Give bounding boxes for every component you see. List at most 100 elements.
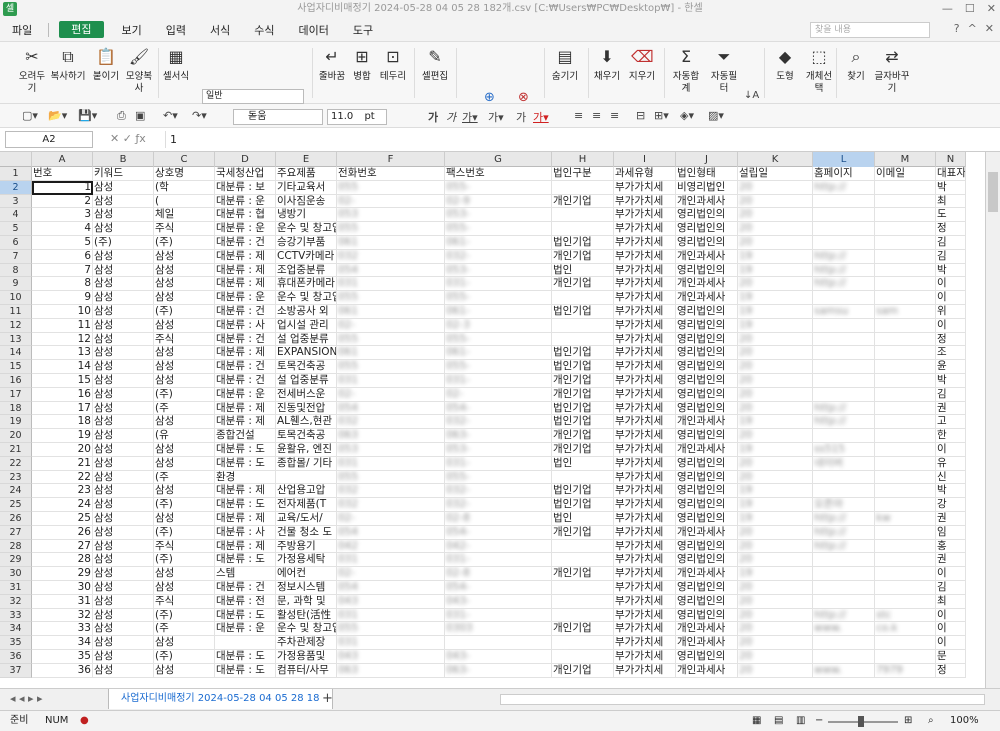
cell[interactable]: 043- [445, 650, 552, 664]
cell[interactable]: 이 [936, 291, 966, 305]
cell[interactable] [813, 429, 875, 443]
help-icon[interactable]: ? [954, 22, 960, 35]
cell[interactable]: 02- [337, 512, 445, 526]
cell[interactable]: 20 [738, 594, 813, 609]
cell[interactable]: 061- [445, 346, 552, 361]
cell[interactable]: 종합건설 [215, 429, 276, 443]
cell[interactable]: 053- [445, 263, 552, 278]
cell[interactable]: sam [875, 305, 936, 319]
cell[interactable]: 영리법인의 [676, 484, 738, 499]
cell[interactable]: 대분류 : 건 [215, 581, 276, 595]
cell[interactable]: 054- [445, 401, 552, 416]
cell[interactable] [875, 222, 936, 236]
cell[interactable]: 삼성 [93, 608, 154, 623]
normal-view-icon[interactable]: ▦ [752, 711, 761, 731]
cell[interactable]: 법인기업 [552, 360, 614, 374]
function-icon[interactable]: ✕ ✓ ƒx [110, 132, 146, 145]
cell[interactable]: 윤 [936, 360, 966, 374]
cell[interactable]: 20 [738, 236, 813, 250]
cell[interactable] [875, 208, 936, 223]
row-header[interactable]: 29 [0, 553, 32, 568]
undo-icon[interactable]: ↶▾ [163, 109, 178, 122]
page-break-icon[interactable]: ▥ [796, 711, 805, 731]
cell[interactable]: 개인과세사 [676, 567, 738, 581]
row-header[interactable]: 11 [0, 305, 32, 319]
cell[interactable]: (주) [154, 387, 215, 402]
cell[interactable]: 삼성 [93, 305, 154, 319]
cell[interactable]: 대분류 : 사 [215, 525, 276, 540]
font-color-icon[interactable]: 가 [516, 109, 526, 125]
cell[interactable]: 영리법인의 [676, 594, 738, 609]
cell[interactable]: 부가가치세 [614, 180, 676, 195]
cell[interactable]: 영리법인의 [676, 263, 738, 278]
cell[interactable]: 김 [936, 581, 966, 595]
cell[interactable]: 20 [738, 401, 813, 416]
row-header[interactable]: 15 [0, 360, 32, 374]
cell[interactable]: 삼성 [154, 374, 215, 388]
cell[interactable]: 체일 [154, 208, 215, 223]
cell[interactable]: 업시설 관리 [276, 318, 337, 333]
row-header[interactable]: 36 [0, 650, 32, 664]
cell[interactable]: 이 [936, 277, 966, 292]
cell[interactable]: 법인기업 [552, 484, 614, 499]
cell[interactable]: 19 [738, 249, 813, 264]
column-header-n[interactable]: N [936, 152, 966, 167]
cell[interactable]: AL휀스,현관 [276, 415, 337, 430]
cell[interactable]: http:// [813, 263, 875, 278]
border-button[interactable]: ⊡ 테두리 [378, 46, 408, 83]
cell[interactable]: 19 [738, 567, 813, 581]
cell[interactable]: 대분류 : 운 [215, 387, 276, 402]
cell[interactable]: kw [875, 512, 936, 526]
cell[interactable]: 부가가치세 [614, 387, 676, 402]
column-header-j[interactable]: J [676, 152, 738, 167]
cell[interactable]: 삼성 [93, 194, 154, 209]
cell[interactable]: 부가가치세 [614, 208, 676, 223]
align-center-icon[interactable]: ≡ [592, 109, 601, 122]
cell[interactable]: 부가가치세 [614, 429, 676, 443]
cell[interactable]: 개인과세사 [676, 415, 738, 430]
column-header-c[interactable]: C [154, 152, 215, 167]
align-left-icon[interactable]: ≡ [574, 109, 583, 122]
cell[interactable]: 19 [738, 318, 813, 333]
cell[interactable]: 대분류 : 제 [215, 263, 276, 278]
cell[interactable]: 6 [32, 249, 93, 264]
cell-format-button[interactable]: ▦ 셀서식 [162, 46, 190, 83]
cell[interactable]: 삼성 [154, 456, 215, 471]
cell[interactable]: 14 [32, 360, 93, 374]
menu-format[interactable]: 서식 [198, 22, 242, 38]
cell[interactable]: 삼성 [93, 263, 154, 278]
row-header[interactable]: 9 [0, 277, 32, 292]
cell[interactable]: 권 [936, 401, 966, 416]
cell[interactable] [875, 277, 936, 292]
cell[interactable]: 031 [337, 456, 445, 471]
cell[interactable] [552, 581, 614, 595]
cell[interactable]: http:// [813, 401, 875, 416]
cell[interactable] [813, 194, 875, 209]
cell[interactable]: stc [875, 608, 936, 623]
menu-view[interactable]: 보기 [110, 22, 154, 38]
cell[interactable]: 042 [337, 539, 445, 554]
header-cell[interactable]: 팩스번호 [445, 167, 552, 181]
cell[interactable]: 영리법인의 [676, 512, 738, 526]
cell[interactable] [875, 443, 936, 457]
cell[interactable]: 에어컨 [276, 567, 337, 581]
cell[interactable]: 최 [936, 194, 966, 209]
font-family-select[interactable]: 돋움 [233, 109, 323, 125]
cell[interactable]: 대분류 : 도 [215, 553, 276, 568]
cell[interactable]: 부가가치세 [614, 305, 676, 319]
open-folder-icon[interactable]: 📂▾ [48, 109, 67, 122]
autofilter-button[interactable]: ⏷ 자동필터 [708, 46, 740, 95]
cell[interactable]: 부가가치세 [614, 525, 676, 540]
cell[interactable]: samsu [813, 305, 875, 319]
cell[interactable]: 고 [936, 415, 966, 430]
cell[interactable] [215, 636, 276, 650]
cell[interactable] [875, 194, 936, 209]
cell[interactable] [875, 567, 936, 581]
cell[interactable]: 개인과세사 [676, 663, 738, 678]
cell[interactable]: 19 [32, 429, 93, 443]
cell[interactable] [875, 650, 936, 664]
cell[interactable]: 19 [738, 291, 813, 305]
cell[interactable] [813, 581, 875, 595]
cell[interactable]: 19 [738, 305, 813, 319]
cell[interactable]: 대분류 : 제 [215, 415, 276, 430]
